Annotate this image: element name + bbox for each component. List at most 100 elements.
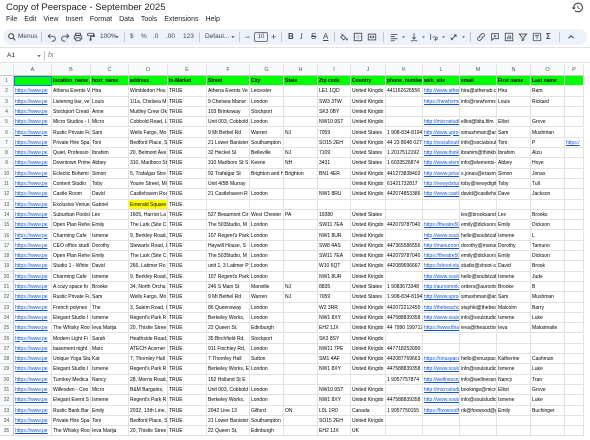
table-cell[interactable]: 310, Marlboro St	[129, 158, 168, 169]
table-cell[interactable]: Warren	[250, 292, 284, 303]
table-cell[interactable]: https://www.pe	[14, 312, 52, 324]
table-cell[interactable]: SW11 7EA	[318, 251, 351, 262]
column-title[interactable]: In-Market	[168, 76, 207, 87]
table-cell[interactable]: David	[91, 261, 129, 272]
table-cell[interactable]: 447718252090	[386, 343, 423, 355]
table-cell[interactable]: Jackson	[531, 189, 565, 200]
row-number[interactable]: 2	[0, 86, 14, 97]
table-cell[interactable]: United Kingdo	[351, 323, 386, 334]
row-number[interactable]: 23	[0, 302, 14, 313]
table-cell[interactable]: rik@foxwood@gm	[460, 405, 497, 416]
table-cell[interactable]	[565, 282, 584, 293]
table-cell[interactable]: https://www.pe	[14, 168, 52, 179]
table-cell[interactable]: Tamuno	[531, 240, 565, 252]
table-cell[interactable]: http://www.elemen	[423, 158, 460, 169]
number-format-button[interactable]: 123	[183, 29, 194, 45]
table-cell[interactable]: dorothy@manuro	[460, 240, 497, 252]
table-cell[interactable]: http://www.soulst	[423, 395, 460, 406]
column-title[interactable]: host_name	[91, 76, 129, 87]
table-cell[interactable]: 310 Marlboro St S	[207, 158, 250, 169]
table-cell[interactable]: https://www.pe	[14, 106, 52, 118]
table-cell[interactable]: studio@shoot-stu	[460, 261, 497, 272]
menu-edit[interactable]: Edit	[24, 15, 36, 29]
table-cell[interactable]: Ibrahim	[497, 148, 531, 159]
functions-button[interactable]: Σ	[546, 29, 551, 45]
table-cell[interactable]: Micro	[91, 385, 129, 396]
decrease-font-size-button[interactable]: −	[245, 29, 250, 45]
table-cell[interactable]	[565, 240, 584, 252]
table-cell[interactable]: 7059	[318, 292, 351, 303]
table-cell[interactable]: United Kingdo	[351, 333, 386, 344]
table-cell[interactable]: Abbey	[497, 158, 531, 169]
table-cell[interactable]: Elegant Studio I	[52, 312, 91, 324]
row-number[interactable]: 27	[0, 343, 14, 355]
table-cell[interactable]: NW1 8UR	[318, 271, 351, 282]
table-cell[interactable]: ibrahim@thinkbig	[460, 148, 497, 159]
table-cell[interactable]	[250, 199, 284, 210]
table-cell[interactable]	[284, 415, 318, 427]
table-cell[interactable]: TRUE	[168, 323, 207, 334]
table-cell[interactable]: London	[250, 364, 284, 375]
table-cell[interactable]	[565, 96, 584, 107]
table-cell[interactable]: Ieva	[497, 323, 531, 334]
table-cell[interactable]: info@soulstudio.c	[460, 312, 497, 324]
table-cell[interactable]: Gilford	[250, 405, 284, 416]
table-cell[interactable]: 3, Salem Road, I	[129, 302, 168, 313]
row-number[interactable]: 35	[0, 426, 14, 437]
table-cell[interactable]	[318, 179, 351, 190]
table-cell[interactable]	[497, 333, 531, 344]
table-cell[interactable]: Dorothy	[91, 240, 129, 252]
row-number[interactable]: 30	[0, 374, 14, 385]
table-cell[interactable]: Regent's Park R	[129, 312, 168, 324]
table-cell[interactable]: P	[531, 137, 565, 149]
table-cell[interactable]: NJ	[284, 148, 318, 159]
table-cell[interactable]: 1 2017512192	[386, 148, 423, 159]
table-cell[interactable]: Studio 1 - White	[52, 261, 91, 272]
menu-file[interactable]: File	[6, 15, 17, 29]
table-cell[interactable]: 7 Thornley Hall	[207, 354, 250, 365]
table-cell[interactable]: Louis	[497, 96, 531, 107]
table-cell[interactable]: NW1 8XY	[318, 312, 351, 324]
table-cell[interactable]: United Kingdo	[351, 168, 386, 179]
table-cell[interactable]: Dickson	[531, 220, 565, 231]
table-cell[interactable]: 1 908-834-8194	[386, 292, 423, 303]
table-cell[interactable]	[460, 106, 497, 118]
menu-data[interactable]: Data	[119, 15, 134, 29]
table-cell[interactable]	[565, 209, 584, 221]
column-title[interactable]: Zip code	[318, 76, 351, 87]
table-cell[interactable]: Elegant Studio I	[52, 364, 91, 375]
table-cell[interactable]: Sarah	[91, 333, 129, 344]
table-cell[interactable]: Manville	[250, 282, 284, 293]
table-cell[interactable]: UK	[351, 426, 386, 437]
table-cell[interactable]: Stockport	[250, 106, 284, 118]
row-number[interactable]: 34	[0, 415, 14, 427]
table-cell[interactable]	[386, 199, 423, 210]
table-cell[interactable]	[386, 333, 423, 344]
table-cell[interactable]	[386, 415, 423, 427]
menu-extensions[interactable]: Extensions	[164, 15, 198, 29]
row-number[interactable]: 6	[0, 127, 14, 138]
table-cell[interactable]: 9 Mt Bethel Rd	[207, 127, 250, 138]
table-cell[interactable]: Rustic Private Fu	[52, 127, 91, 138]
table-cell[interactable]: EH2 1JX	[318, 323, 351, 334]
table-cell[interactable]: The Lark (Site C	[129, 220, 168, 231]
table-cell[interactable]: London	[250, 312, 284, 324]
table-cell[interactable]: David	[91, 189, 129, 200]
table-cell[interactable]: Elegant Event S	[52, 395, 91, 406]
table-cell[interactable]: Sam	[91, 292, 129, 303]
table-cell[interactable]	[460, 343, 497, 355]
table-cell[interactable]: 2032, 13th Line,	[129, 405, 168, 416]
table-cell[interactable]: Quiet, Professio	[52, 148, 91, 159]
table-cell[interactable]: 35 Birchfield Rd,	[207, 333, 250, 344]
table-cell[interactable]: Berkeley Works,	[207, 395, 250, 406]
column-header-k[interactable]: K	[386, 64, 423, 76]
table-cell[interactable]: https://www.pe	[14, 189, 52, 200]
table-cell[interactable]: https://www.pe	[14, 323, 52, 334]
row-number[interactable]: 32	[0, 395, 14, 406]
table-cell[interactable]: Southampton	[250, 415, 284, 427]
table-cell[interactable]: https://newforms.u	[423, 96, 460, 107]
table-cell[interactable]	[565, 158, 584, 169]
table-cell[interactable]	[284, 323, 318, 334]
table-cell[interactable]: Luke	[531, 364, 565, 375]
table-cell[interactable]	[423, 333, 460, 344]
